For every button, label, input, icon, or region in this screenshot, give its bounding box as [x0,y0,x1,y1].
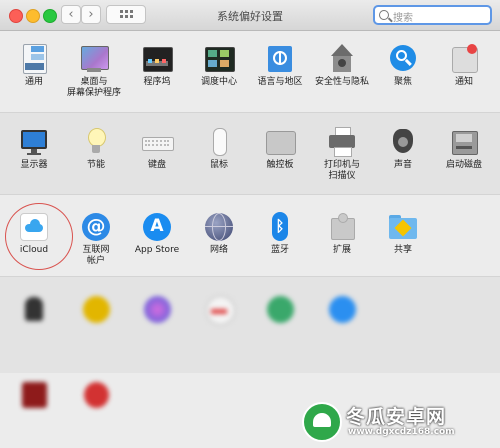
pref-timemachine-blurred[interactable] [249,295,311,325]
pref-network[interactable]: 网络 [188,212,250,256]
search-icon [379,10,389,20]
pref-printers-scanners[interactable]: 打印机与 扫描仪 [311,127,373,182]
pref-sound-label: 声音 [393,160,412,170]
pref-mission-control-label: 调度中心 [200,77,237,87]
app-store-icon: A [142,212,172,242]
watermark-name: 冬瓜安卓网 [346,406,447,428]
house-lock-icon [327,44,357,74]
pref-internet-accounts-label: 互联网 帐户 [82,245,110,266]
printer-icon [327,127,357,157]
pref-mouse-label: 鼠标 [209,160,228,170]
network-globe-icon [204,212,234,242]
pref-bluetooth-label: 蓝牙 [270,245,289,255]
pref-users-blurred[interactable] [3,295,65,325]
pref-displays-label: 显示器 [20,160,48,170]
pref-internet-accounts[interactable]: @ 互联网 帐户 [65,212,127,267]
flash-player-icon [19,381,49,411]
watermark: 冬瓜安卓网 www.dgxcdz168.com [294,400,494,444]
time-machine-icon [265,295,295,325]
pref-row-system-blurred [0,277,500,373]
watermark-url: www.dgxcdz168.com [348,427,455,437]
pref-language-region[interactable]: 语言与地区 [249,44,311,88]
icloud-highlight-circle [5,203,73,270]
pref-general-label: 通用 [24,77,43,87]
pref-bluetooth[interactable]: ᛒ 蓝牙 [249,212,311,256]
search-field[interactable]: 搜索 [373,5,492,25]
mission-control-icon [204,44,235,74]
speaker-icon [388,127,418,157]
pref-app-store-label: App Store [134,245,180,255]
pref-dock-label: 程序坞 [143,77,171,87]
pref-security-label: 安全性与隐私 [314,77,369,87]
globe-flag-icon [265,44,295,74]
dock-icon [142,44,173,74]
display-monitor-icon [19,127,49,157]
siri-icon [142,295,172,325]
pref-sound[interactable]: 声音 [372,127,434,171]
pref-parental-blurred[interactable] [65,295,127,325]
sharing-folder-icon [388,212,418,242]
pref-general[interactable]: 通用 [3,44,65,88]
puzzle-piece-icon [327,212,357,242]
pref-sharing[interactable]: 共享 [372,212,434,256]
desktop-screensaver-icon [79,44,109,74]
bluetooth-icon: ᛒ [265,212,295,242]
android-logo-icon [302,402,342,442]
pref-siri-blurred[interactable] [126,295,188,325]
pref-tuxera-blurred[interactable] [65,381,127,411]
pref-spotlight-label: 聚焦 [393,77,412,87]
pref-keyboard-label: 键盘 [147,160,166,170]
search-placeholder: 搜索 [393,13,413,24]
pref-energy-label: 节能 [86,160,105,170]
pref-notifications-label: 通知 [454,77,473,87]
pref-mouse[interactable]: 鼠标 [188,127,250,171]
pref-energy-saver[interactable]: 节能 [65,127,127,171]
mouse-icon [204,127,234,157]
pref-app-store[interactable]: A App Store [126,212,188,256]
pref-spotlight[interactable]: 聚焦 [372,44,434,88]
pref-accessibility-blurred[interactable] [311,295,373,325]
parental-controls-icon [81,295,111,325]
pref-row-personal: 通用 桌面与 屏幕保护程序 程序坞 调度中心 语言与地区 安全性与隐私 聚焦 通… [0,31,500,113]
pref-printers-label: 打印机与 扫描仪 [323,160,360,181]
at-sign-icon: @ [81,212,111,242]
pref-network-label: 网络 [209,245,228,255]
title-bar: ‹ › 系统偏好设置 搜索 [0,0,500,31]
pref-language-label: 语言与地区 [257,77,303,87]
pref-flash-blurred[interactable] [3,381,65,411]
pref-trackpad[interactable]: 触控板 [249,127,311,171]
pref-extensions-label: 扩展 [332,245,351,255]
pref-trackpad-label: 触控板 [266,160,294,170]
pref-extensions[interactable]: 扩展 [311,212,373,256]
pref-mission-control[interactable]: 调度中心 [188,44,250,88]
pref-datetime-blurred[interactable] [188,295,250,325]
pref-row-internet: iCloud @ 互联网 帐户 A App Store 网络 ᛒ 蓝牙 扩展 共… [0,195,500,277]
general-icon [19,44,49,74]
tuxera-icon [81,381,111,411]
pref-displays[interactable]: 显示器 [3,127,65,171]
pref-startup-disk-label: 启动磁盘 [445,160,482,170]
pref-security-privacy[interactable]: 安全性与隐私 [311,44,373,88]
hard-disk-icon [449,127,479,157]
lightbulb-icon [81,127,111,157]
pref-desktop-screensaver[interactable]: 桌面与 屏幕保护程序 [63,44,125,99]
pref-startup-disk[interactable]: 启动磁盘 [433,127,495,171]
pref-notifications[interactable]: 通知 [433,44,495,88]
pref-sharing-label: 共享 [393,245,412,255]
accessibility-icon [327,295,357,325]
pref-dock[interactable]: 程序坞 [126,44,188,88]
keyboard-icon [142,127,174,157]
notifications-icon [449,44,479,74]
trackpad-icon [265,127,296,157]
clock-icon [204,295,235,325]
users-icon [19,295,49,325]
pref-row-hardware: 显示器 节能 键盘 鼠标 触控板 打印机与 扫描仪 声音 启动磁盘 [0,113,500,195]
pref-keyboard[interactable]: 键盘 [126,127,188,171]
pref-desktop-label: 桌面与 屏幕保护程序 [66,77,121,98]
spotlight-magnifier-icon [388,44,418,74]
